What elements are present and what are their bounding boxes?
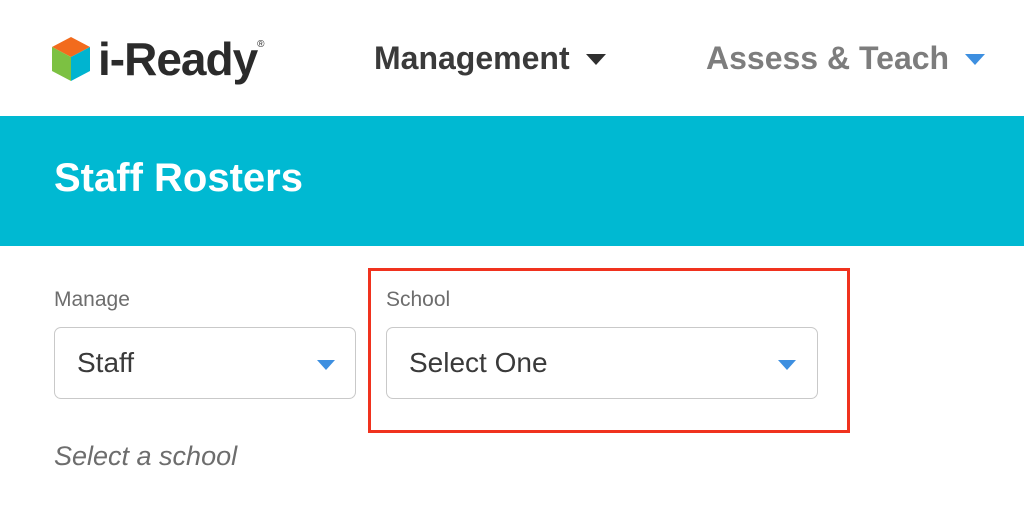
- manage-select[interactable]: Staff: [54, 327, 356, 399]
- school-select[interactable]: Select One: [386, 327, 818, 399]
- registered-mark: ®: [257, 39, 265, 50]
- caret-down-icon: [585, 53, 606, 65]
- school-select-value: Select One: [409, 347, 548, 378]
- select-school-hint: Select a school: [54, 441, 238, 471]
- caret-down-icon: [965, 53, 986, 65]
- school-label: School: [386, 288, 451, 311]
- logo-text: i-Ready: [98, 33, 258, 85]
- nav-management[interactable]: Management: [374, 38, 606, 78]
- nav-management-label: Management: [374, 39, 570, 76]
- page-banner: Staff Rosters: [0, 116, 1024, 246]
- cube-logo-icon: [52, 37, 90, 81]
- top-navigation-bar: i-Ready ® Management Assess & Teach: [0, 0, 1024, 116]
- page-title: Staff Rosters: [54, 156, 303, 200]
- iready-logo[interactable]: i-Ready ®: [50, 31, 265, 87]
- nav-assess-teach[interactable]: Assess & Teach: [706, 38, 986, 78]
- manage-select-value: Staff: [77, 347, 135, 378]
- nav-assess-teach-label: Assess & Teach: [706, 39, 950, 76]
- caret-down-icon: [778, 360, 796, 370]
- caret-down-icon: [317, 360, 335, 370]
- manage-label: Manage: [54, 288, 130, 311]
